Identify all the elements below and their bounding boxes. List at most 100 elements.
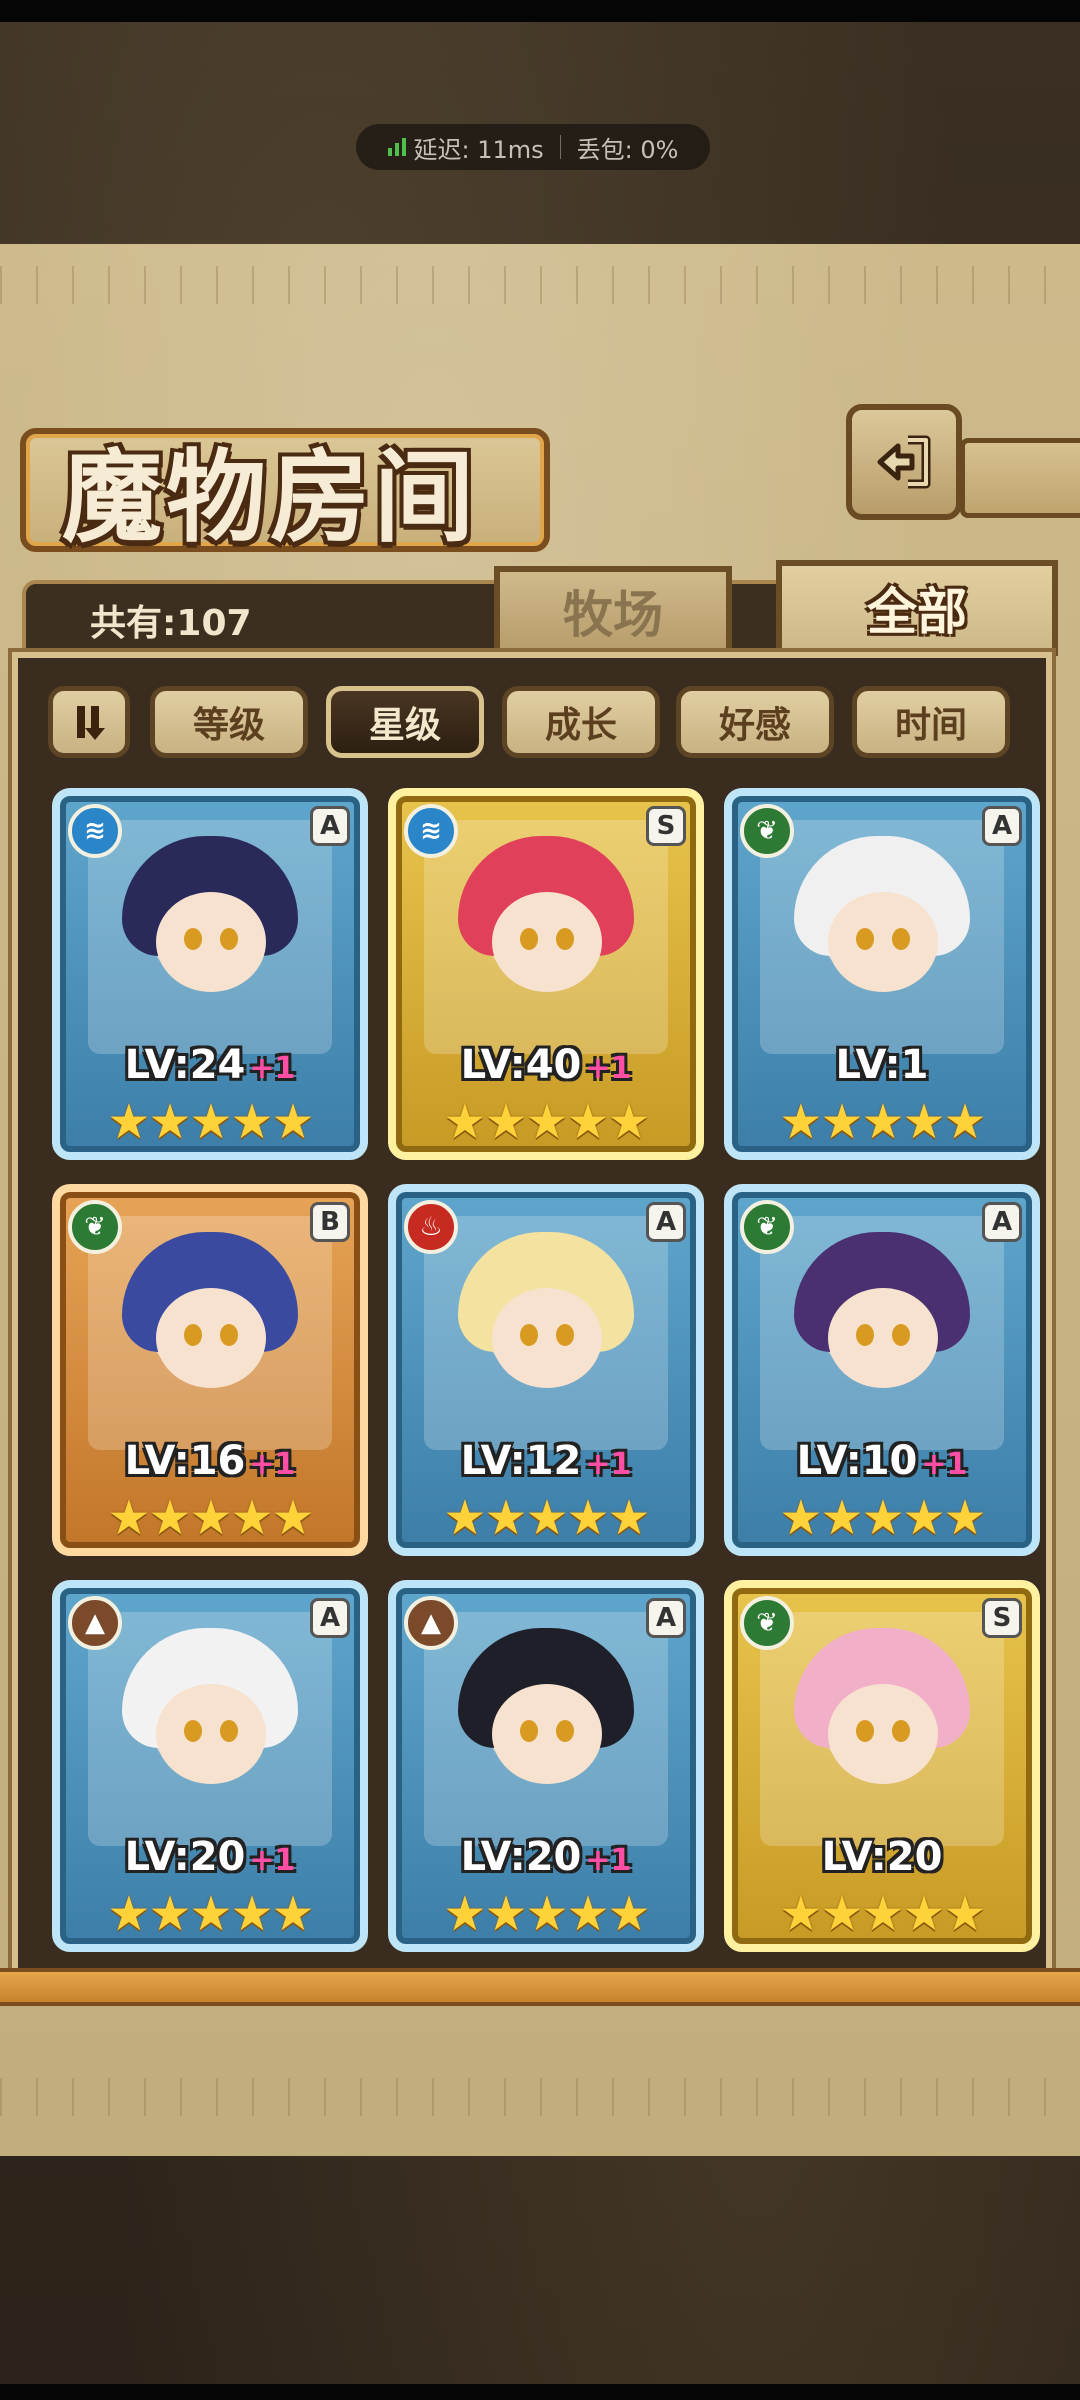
zigzag-border-top [0, 266, 1080, 304]
star-rating: ★★★★★ [443, 1490, 650, 1546]
monster-eye [220, 1324, 238, 1346]
monster-face [156, 1288, 266, 1388]
fire-element-icon: ♨ [404, 1200, 458, 1254]
monster-card[interactable]: ≋ S LV:40 +1 ★★★★★ [388, 788, 704, 1160]
monster-eye [520, 1720, 538, 1742]
star-rating: ★★★★★ [779, 1490, 986, 1546]
latency-text: 延迟: 11ms [413, 135, 544, 164]
rank-badge: S [646, 806, 686, 846]
monster-eye [556, 1324, 574, 1346]
filter-growth-button[interactable]: 成长 [502, 686, 660, 758]
level-label: LV:24 +1 [60, 1042, 360, 1088]
star-rating: ★★★★★ [443, 1094, 650, 1150]
earth-element-icon: ▲ [404, 1596, 458, 1650]
zigzag-border-bottom [0, 2078, 1080, 2116]
monster-count: 共有:107 [90, 603, 252, 644]
rank-badge: A [646, 1598, 686, 1638]
rank-badge: S [982, 1598, 1022, 1638]
level-text: LV:20 [821, 1834, 943, 1880]
monster-eye [556, 928, 574, 950]
level-bonus: +1 [921, 1447, 968, 1482]
monster-eye [856, 1324, 874, 1346]
level-bonus: +1 [249, 1843, 296, 1878]
sort-order-button[interactable] [48, 686, 130, 758]
monster-face [492, 892, 602, 992]
monster-card[interactable]: ❦ S LV:20 ★★★★★ [724, 1580, 1040, 1952]
tab-all[interactable]: 全部 [776, 560, 1058, 656]
level-text: LV:1 [835, 1042, 929, 1088]
packet-loss-text: 丢包: 0% [576, 135, 679, 164]
monster-eye [892, 928, 910, 950]
star-rating: ★★★★★ [107, 1490, 314, 1546]
filter-star-button[interactable]: 星级 [326, 686, 484, 758]
rank-badge: A [982, 806, 1022, 846]
monster-eye [892, 1720, 910, 1742]
back-button-rail [960, 438, 1080, 518]
system-top-bar [0, 0, 1080, 22]
monster-card[interactable]: ❦ A LV:10 +1 ★★★★★ [724, 1184, 1040, 1556]
level-label: LV:1 [732, 1042, 1032, 1088]
monster-card[interactable]: ▲ A LV:20 +1 ★★★★★ [52, 1580, 368, 1952]
monster-card[interactable]: ▲ A LV:20 +1 ★★★★★ [388, 1580, 704, 1952]
level-label: LV:16 +1 [60, 1438, 360, 1484]
level-bonus: +1 [249, 1447, 296, 1482]
monster-eye [184, 928, 202, 950]
filter-affection-button[interactable]: 好感 [676, 686, 834, 758]
level-bonus: +1 [585, 1447, 632, 1482]
monster-card[interactable]: ♨ A LV:12 +1 ★★★★★ [388, 1184, 704, 1556]
filter-level-button[interactable]: 等级 [150, 686, 308, 758]
level-text: LV:16 [124, 1438, 246, 1484]
monster-eye [856, 928, 874, 950]
tab-farm[interactable]: 牧场 [494, 566, 732, 656]
return-arrow-icon [877, 435, 931, 489]
leaf-element-icon: ❦ [740, 804, 794, 858]
monster-face [828, 892, 938, 992]
monster-face [828, 1288, 938, 1388]
level-label: LV:20 +1 [60, 1834, 360, 1880]
star-rating: ★★★★★ [779, 1886, 986, 1942]
monster-eye [184, 1324, 202, 1346]
divider [559, 135, 561, 159]
level-text: LV:10 [796, 1438, 918, 1484]
monster-face [492, 1684, 602, 1784]
water-element-icon: ≋ [404, 804, 458, 858]
filter-time-button[interactable]: 时间 [852, 686, 1010, 758]
monster-eye [520, 928, 538, 950]
level-text: LV:20 [124, 1834, 246, 1880]
monster-face [156, 1684, 266, 1784]
level-label: LV:20 +1 [396, 1834, 696, 1880]
monster-card[interactable]: ❦ B LV:16 +1 ★★★★★ [52, 1184, 368, 1556]
level-bonus: +1 [585, 1843, 632, 1878]
panel-bottom-rail [0, 1968, 1080, 2006]
monster-eye [520, 1324, 538, 1346]
level-text: LV:24 [124, 1042, 246, 1088]
level-label: LV:20 [732, 1834, 1032, 1880]
earth-element-icon: ▲ [68, 1596, 122, 1650]
monster-eye [556, 1720, 574, 1742]
star-rating: ★★★★★ [107, 1094, 314, 1150]
monster-card[interactable]: ≋ A LV:24 +1 ★★★★★ [52, 788, 368, 1160]
level-text: LV:12 [460, 1438, 582, 1484]
sort-toggle-icon [77, 706, 105, 740]
page-title: 魔物房间 [62, 438, 478, 556]
back-button[interactable] [846, 404, 962, 520]
level-label: LV:10 +1 [732, 1438, 1032, 1484]
rank-badge: A [310, 1598, 350, 1638]
system-bottom-bar [0, 2384, 1080, 2400]
network-status: 延迟: 11ms 丢包: 0% [356, 124, 710, 170]
monster-face [492, 1288, 602, 1388]
monster-card[interactable]: ❦ A LV:1 ★★★★★ [724, 788, 1040, 1160]
monster-face [828, 1684, 938, 1784]
monster-eye [220, 1720, 238, 1742]
water-element-icon: ≋ [68, 804, 122, 858]
signal-icon [387, 138, 406, 156]
rank-badge: A [310, 806, 350, 846]
level-label: LV:12 +1 [396, 1438, 696, 1484]
leaf-element-icon: ❦ [740, 1596, 794, 1650]
level-bonus: +1 [249, 1051, 296, 1086]
rank-badge: A [646, 1202, 686, 1242]
monster-eye [856, 1720, 874, 1742]
rank-badge: A [982, 1202, 1022, 1242]
monster-face [156, 892, 266, 992]
level-text: LV:40 [460, 1042, 582, 1088]
